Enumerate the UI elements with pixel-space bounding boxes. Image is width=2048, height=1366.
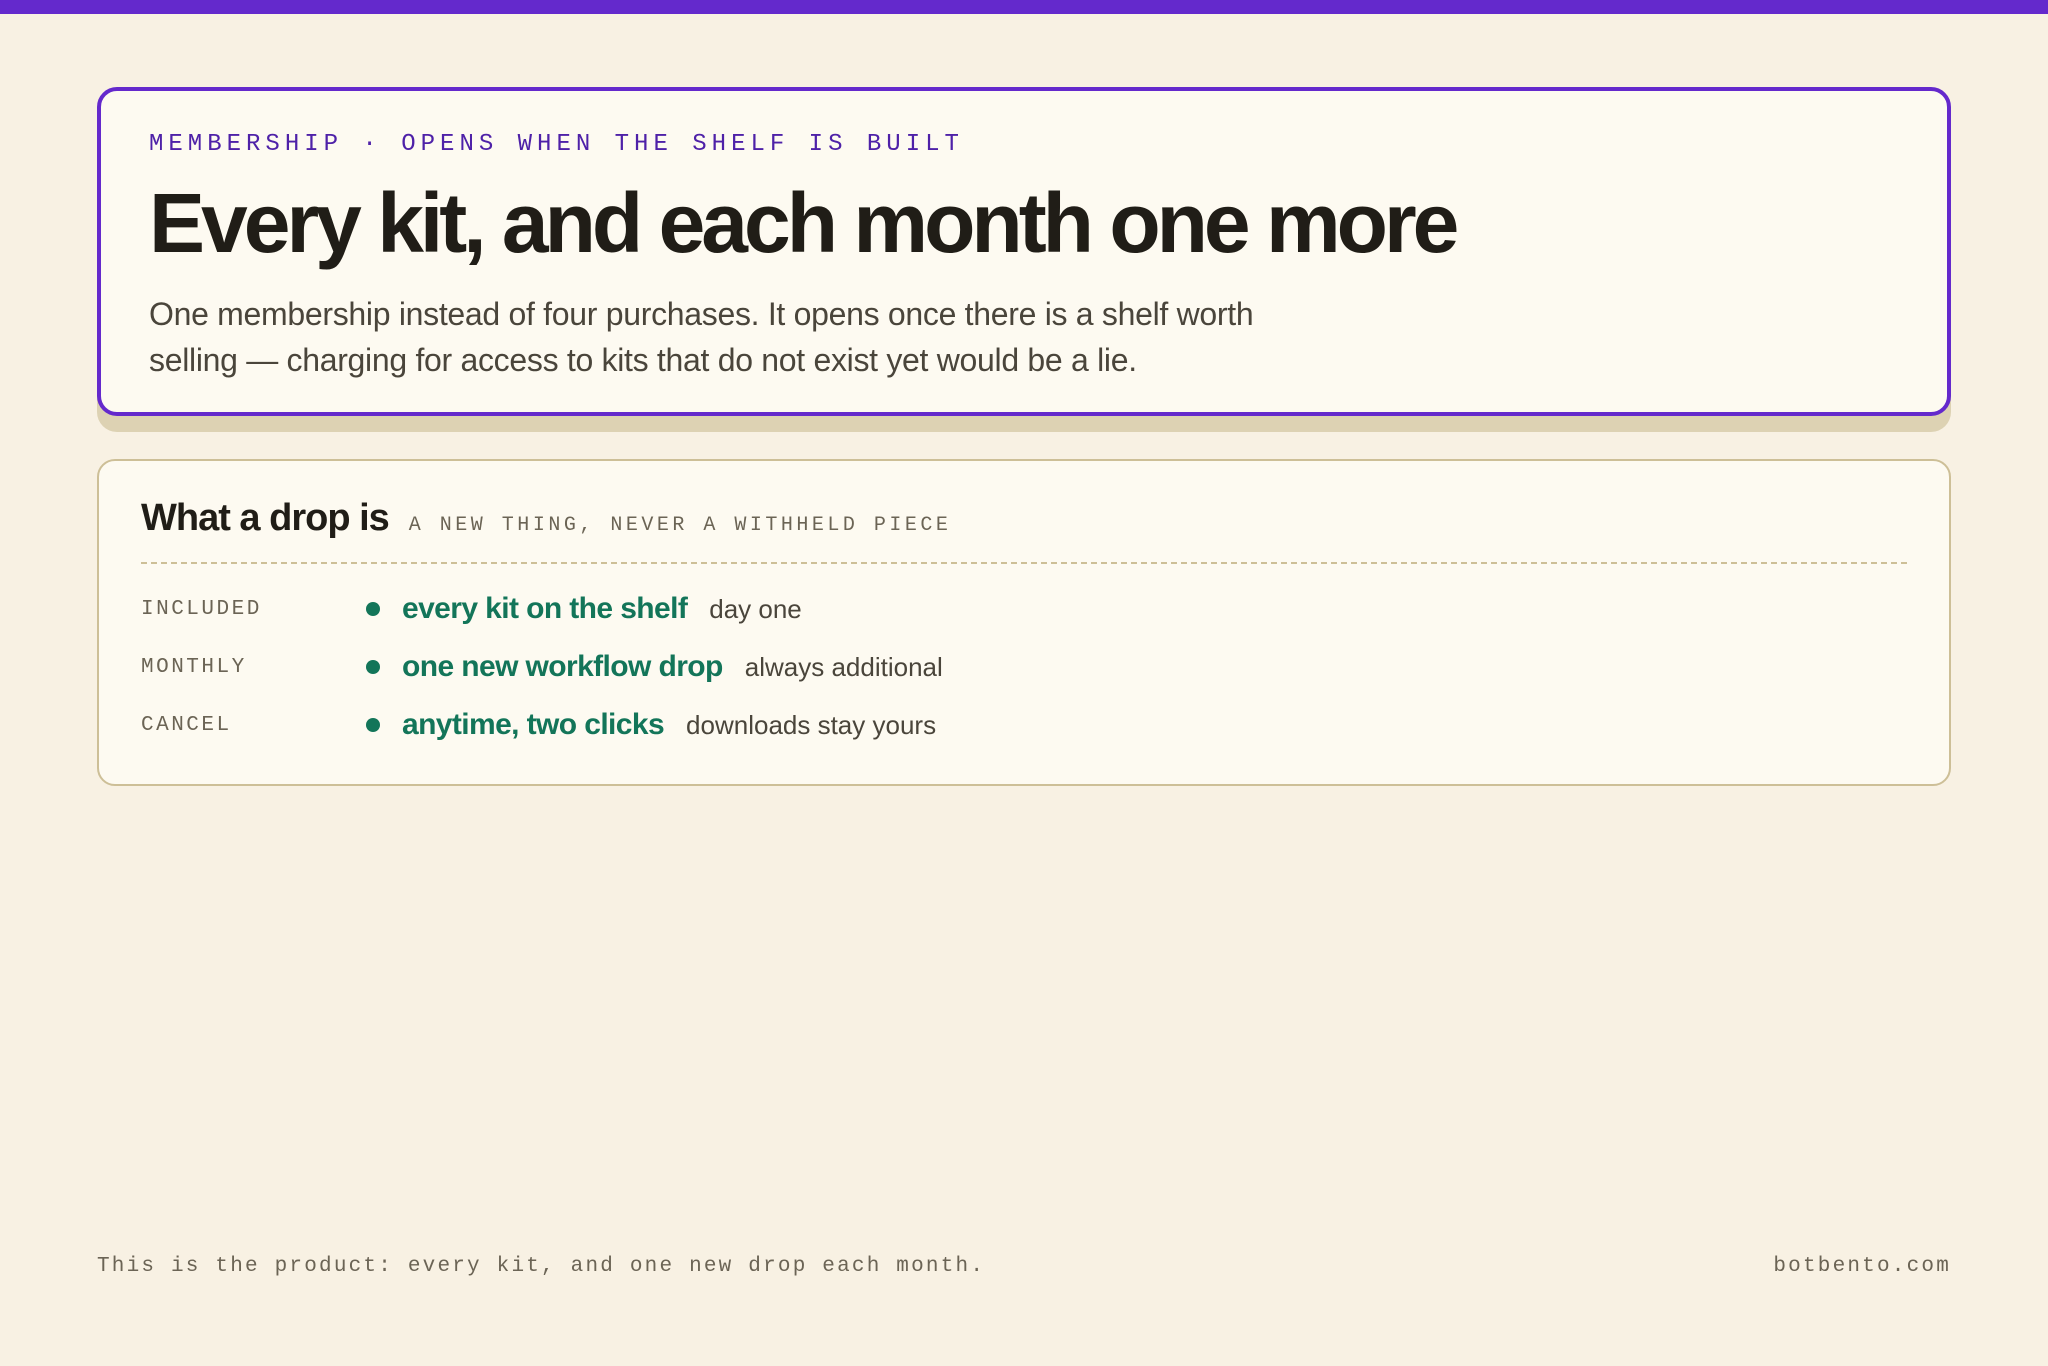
top-accent-bar: [0, 0, 2048, 14]
drop-row-label: CANCEL: [141, 713, 232, 737]
drop-row-cancel: CANCEL anytime, two clicks downloads sta…: [141, 696, 1907, 754]
drop-row-main: every kit on the shelf: [402, 592, 688, 625]
bullet-dot-icon: [366, 718, 380, 732]
drop-row-note: day one: [709, 593, 802, 624]
drop-row-label: INCLUDED: [141, 597, 262, 621]
footer-statement: This is the product: every kit, and one …: [97, 1255, 986, 1278]
drop-row-main: anytime, two clicks: [402, 708, 665, 741]
bullet-dot-icon: [366, 602, 380, 616]
drop-list: INCLUDED every kit on the shelf day one …: [141, 580, 1907, 754]
drop-row-label: MONTHLY: [141, 655, 247, 679]
hero-headline: Every kit, and each month one more: [149, 176, 1459, 270]
drop-row-note: downloads stay yours: [686, 709, 937, 740]
drop-card-subtitle: A NEW THING, NEVER A WITHHELD PIECE: [408, 514, 952, 537]
drop-card-header: What a drop is A NEW THING, NEVER A WITH…: [141, 497, 1907, 564]
drop-definition-card: What a drop is A NEW THING, NEVER A WITH…: [97, 459, 1951, 786]
drop-card-title: What a drop is: [141, 497, 390, 539]
bullet-dot-icon: [366, 660, 380, 674]
drop-row-included: INCLUDED every kit on the shelf day one: [141, 580, 1907, 638]
drop-row-main: one new workflow drop: [402, 650, 723, 683]
hero-lede: One membership instead of four purchases…: [149, 296, 1254, 378]
footer-domain: botbento.com: [1773, 1255, 1951, 1278]
drop-row-monthly: MONTHLY one new workflow drop always add…: [141, 638, 1907, 696]
membership-hero-card: MEMBERSHIP · OPENS WHEN THE SHELF IS BUI…: [97, 87, 1951, 416]
hero-eyebrow: MEMBERSHIP · OPENS WHEN THE SHELF IS BUI…: [149, 131, 964, 158]
drop-row-note: always additional: [744, 651, 943, 682]
